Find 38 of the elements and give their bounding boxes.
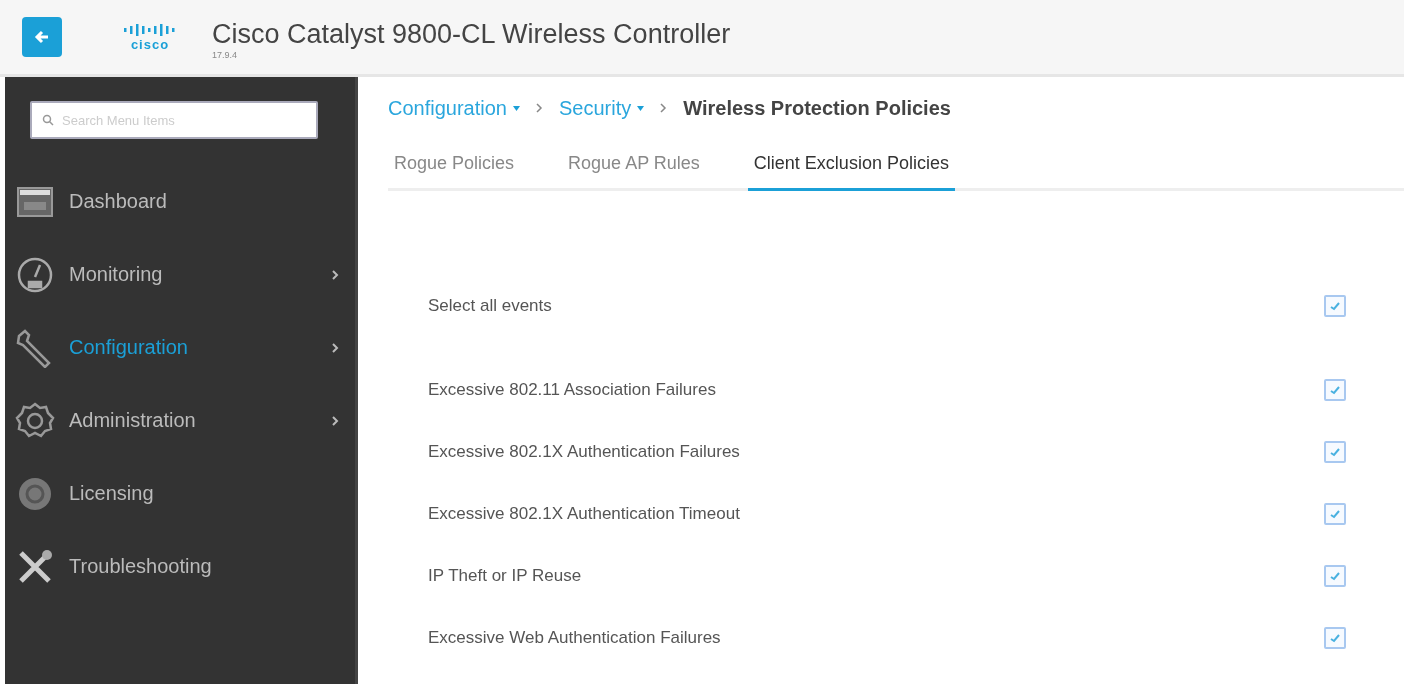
checkbox[interactable] xyxy=(1324,565,1346,587)
nav-item[interactable]: Administration xyxy=(5,384,355,457)
check-icon xyxy=(1329,633,1341,643)
checkbox[interactable] xyxy=(1324,503,1346,525)
caret-icon xyxy=(637,105,645,111)
back-button[interactable] xyxy=(22,17,62,57)
check-icon xyxy=(1329,571,1341,581)
breadcrumb-current: Wireless Protection Policies xyxy=(683,96,951,120)
check-icon xyxy=(1329,301,1341,311)
caret-icon xyxy=(512,105,520,111)
tab[interactable]: Client Exclusion Policies xyxy=(747,145,955,191)
nav-item[interactable]: Dashboard xyxy=(5,165,355,238)
check-icon xyxy=(1329,385,1341,395)
nav-item[interactable]: Configuration xyxy=(5,311,355,384)
event-label: Select all events xyxy=(428,296,552,316)
event-label: Excessive 802.11 Association Failures xyxy=(428,380,716,400)
logo-text: cisco xyxy=(130,36,170,52)
event-label: Excessive Web Authentication Failures xyxy=(428,628,721,648)
checkbox[interactable] xyxy=(1324,627,1346,649)
check-icon xyxy=(1329,509,1341,519)
tab[interactable]: Rogue Policies xyxy=(388,145,521,191)
chevron-right-icon xyxy=(535,103,543,113)
event-label: Excessive 802.1X Authentication Timeout xyxy=(428,504,740,524)
checkbox[interactable] xyxy=(1324,379,1346,401)
back-arrow-icon xyxy=(33,28,51,46)
event-label: IP Theft or IP Reuse xyxy=(428,566,582,586)
chevron-right-icon xyxy=(660,103,668,113)
tab[interactable]: Rogue AP Rules xyxy=(562,145,706,191)
nav-item[interactable]: Troubleshooting xyxy=(5,530,355,603)
app-title: Cisco Catalyst 9800-CL Wireless Controller xyxy=(212,18,731,50)
nav-item[interactable]: Monitoring xyxy=(5,238,355,311)
checkbox[interactable] xyxy=(1324,295,1346,317)
event-label: Excessive 802.1X Authentication Failures xyxy=(428,442,740,462)
checkbox[interactable] xyxy=(1324,441,1346,463)
check-icon xyxy=(1329,447,1341,457)
nav-item[interactable]: Licensing xyxy=(5,457,355,530)
version-label: 17.9.4 xyxy=(212,49,239,60)
logo-bars-icon xyxy=(122,22,178,37)
